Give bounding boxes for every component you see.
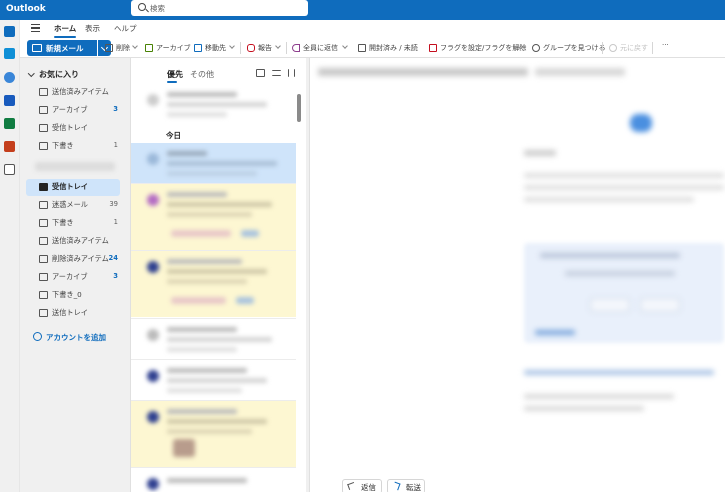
more-options-button[interactable]: ···: [662, 41, 669, 57]
tab-home[interactable]: ホーム: [54, 23, 77, 38]
list-item-selected[interactable]: [131, 143, 296, 183]
select-mode-icon[interactable]: [256, 69, 265, 77]
forward-button[interactable]: 転送: [387, 479, 425, 492]
app-title[interactable]: Outlook: [6, 4, 46, 14]
shield-icon: [247, 44, 255, 52]
account-name-redacted: [35, 162, 115, 171]
list-item[interactable]: [131, 360, 296, 400]
person-add-icon: [33, 332, 42, 341]
word-app-icon[interactable]: [4, 95, 15, 106]
undo-icon: [609, 44, 617, 52]
trash-icon: [105, 44, 113, 52]
pencil-icon: [39, 142, 48, 150]
reply-all-dropdown-icon[interactable]: [342, 43, 348, 49]
tab-focused[interactable]: 優先: [167, 69, 183, 83]
folder-inbox[interactable]: 受信トレイ: [26, 179, 120, 196]
envelope-open-icon: [358, 44, 366, 52]
message-list-scrollbar[interactable]: [297, 94, 301, 122]
trash-icon: [39, 255, 48, 263]
inbox-icon: [39, 124, 48, 132]
archive-icon: [39, 273, 48, 281]
search-box[interactable]: 検索: [131, 0, 308, 16]
message-card-redacted: [524, 243, 724, 343]
apps-icon[interactable]: [4, 164, 15, 175]
tab-help[interactable]: ヘルプ: [114, 23, 137, 34]
forward-icon: [392, 481, 401, 491]
pencil-icon: [39, 219, 48, 227]
sort-icon[interactable]: [288, 69, 295, 77]
send-icon: [39, 237, 48, 245]
avatar: [147, 94, 159, 106]
nav-tabs: ホーム 表示 ヘルプ: [20, 20, 725, 38]
mail-icon: [32, 44, 42, 52]
inbox-icon: [39, 183, 48, 191]
calendar-app-icon[interactable]: [4, 48, 15, 59]
excel-app-icon[interactable]: [4, 118, 15, 129]
ribbon-separator: [602, 42, 603, 54]
favorites-header[interactable]: お気に入り: [29, 69, 79, 80]
folder-sent-items[interactable]: 送信済みアイテム: [26, 233, 120, 250]
ribbon-separator: [652, 42, 653, 54]
folder-move-icon: [194, 44, 202, 52]
reply-button[interactable]: 返信: [342, 479, 382, 492]
new-mail-button[interactable]: 新規メール: [27, 40, 97, 56]
tab-view[interactable]: 表示: [85, 23, 100, 34]
search-input[interactable]: 検索: [150, 3, 165, 14]
flag-icon: [429, 44, 437, 52]
avatar: [147, 478, 159, 490]
junk-icon: [39, 201, 48, 209]
folder-icon: [39, 291, 48, 299]
reply-all-icon: [292, 44, 300, 52]
list-item[interactable]: [131, 251, 296, 317]
favorite-inbox[interactable]: 受信トレイ: [26, 120, 120, 137]
list-item[interactable]: [131, 319, 296, 359]
folder-deleted-items[interactable]: 削除済みアイテム 24: [26, 251, 120, 268]
list-item[interactable]: [131, 401, 296, 467]
folder-drafts[interactable]: 下書き 1: [26, 215, 120, 232]
folder-junk[interactable]: 迷惑メール 39: [26, 197, 120, 214]
folder-archive[interactable]: アーカイブ 3: [26, 269, 120, 286]
mail-app-icon[interactable]: [4, 26, 15, 37]
avatar: [147, 153, 159, 165]
report-dropdown-icon[interactable]: [275, 43, 281, 49]
avatar: [147, 370, 159, 382]
favorite-drafts[interactable]: 下書き 1: [26, 138, 120, 155]
reply-icon: [347, 481, 356, 491]
ribbon-separator: [286, 42, 287, 54]
favorite-sent-items[interactable]: 送信済みアイテム: [26, 84, 120, 101]
app-rail: [0, 20, 20, 492]
delete-dropdown-icon[interactable]: [132, 43, 138, 49]
list-item[interactable]: [131, 468, 296, 492]
ribbon-separator: [240, 42, 241, 54]
avatar: [147, 329, 159, 341]
move-dropdown-icon[interactable]: [229, 43, 235, 49]
ribbon-toolbar: 新規メール 削除 アーカイブ 移動先 報告 全員に返信 開封済み / 未読 フラ…: [20, 38, 725, 58]
outbox-icon: [39, 309, 48, 317]
avatar: [147, 411, 159, 423]
group-header-today: 今日: [166, 131, 181, 140]
archive-icon: [39, 106, 48, 114]
folder-pane: お気に入り 送信済みアイテム アーカイブ 3 受信トレイ 下書き 1 受信トレイ…: [21, 58, 129, 492]
message-subject-redacted: [318, 68, 528, 76]
reading-pane: [309, 58, 725, 492]
people-group-icon: [532, 44, 540, 52]
tab-other[interactable]: その他: [190, 69, 214, 80]
people-app-icon[interactable]: [4, 72, 15, 83]
account-header[interactable]: [21, 158, 129, 174]
powerpoint-app-icon[interactable]: [4, 141, 15, 152]
avatar: [147, 194, 159, 206]
avatar: [147, 261, 159, 273]
search-icon: [138, 3, 146, 11]
send-icon: [39, 88, 48, 96]
filter-icon[interactable]: [272, 70, 281, 76]
list-item[interactable]: [131, 84, 296, 124]
list-item[interactable]: [131, 184, 296, 250]
favorite-archive[interactable]: アーカイブ 3: [26, 102, 120, 119]
title-bar: Outlook 検索: [0, 0, 725, 20]
archive-icon: [145, 44, 153, 52]
folder-drafts-0[interactable]: 下書き_0: [26, 287, 120, 304]
hamburger-menu-icon[interactable]: [31, 24, 40, 32]
message-logo-redacted: [630, 114, 652, 132]
folder-outbox[interactable]: 送信トレイ: [26, 305, 120, 322]
